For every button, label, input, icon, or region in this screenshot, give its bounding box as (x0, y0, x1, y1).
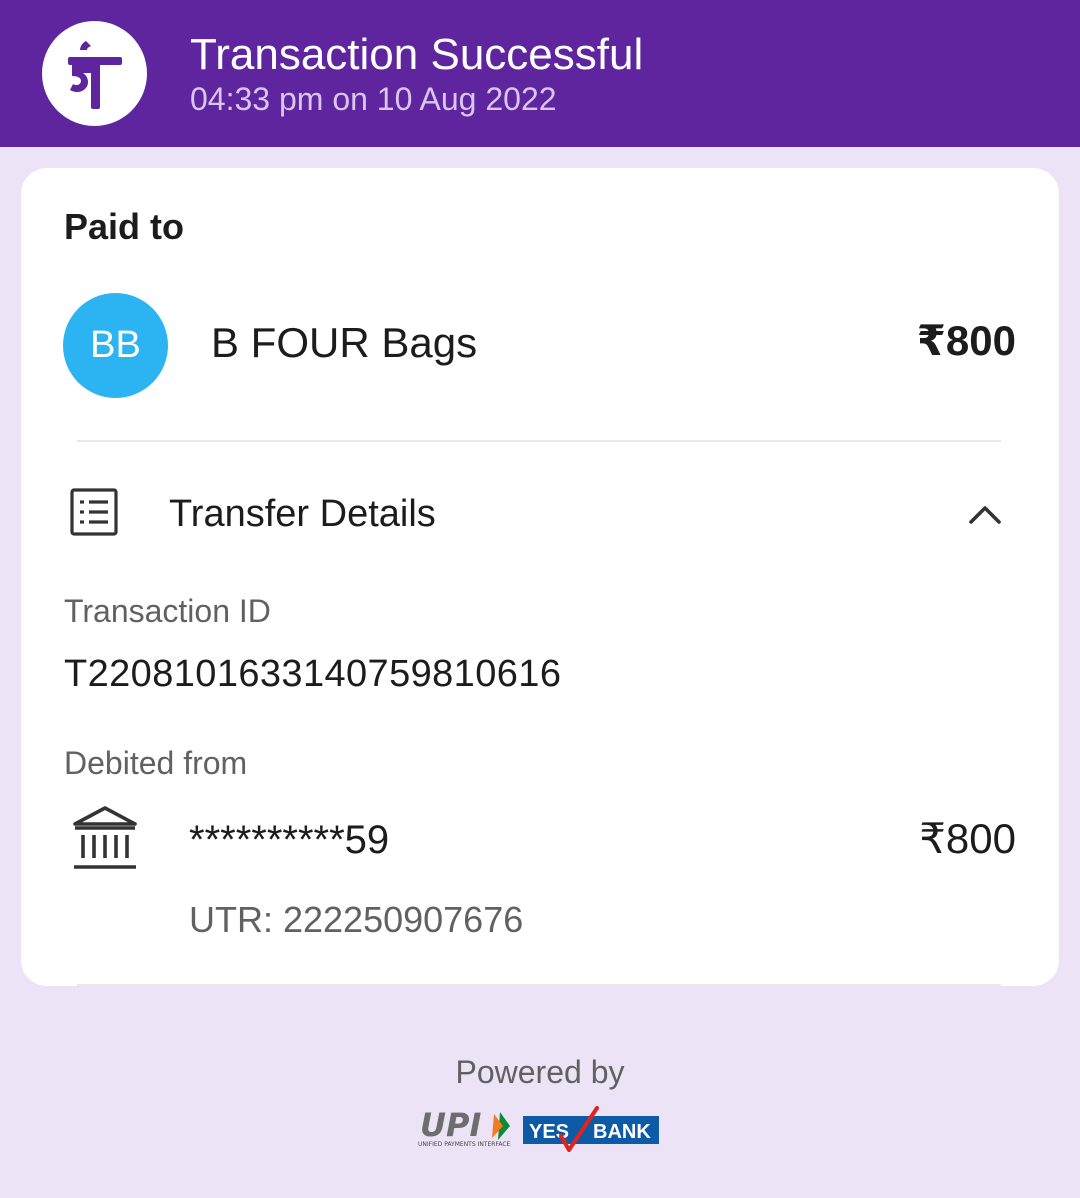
paid-amount: ₹800 (916, 317, 1016, 364)
transaction-status-title: Transaction Successful (190, 30, 644, 79)
header-bar: पे Transaction Successful 04:33 pm on 10… (0, 0, 1080, 147)
transaction-id-value[interactable]: T2208101633140759810616 (64, 652, 561, 696)
phonepe-logo-icon: पे (42, 21, 147, 126)
payee-name[interactable]: B FOUR Bags (211, 318, 477, 368)
debited-account-number: **********59 (189, 818, 390, 862)
upi-tagline: UNIFIED PAYMENTS INTERFACE (418, 1141, 511, 1148)
debited-from-label: Debited from (64, 745, 248, 781)
divider (77, 984, 1001, 986)
chevron-up-icon[interactable] (965, 498, 1005, 533)
bank-icon (71, 804, 139, 877)
payee-initials: BB (90, 324, 141, 366)
paid-to-label: Paid to (64, 206, 185, 247)
yes-bank-logo: YES BANK (523, 1106, 659, 1159)
divider (77, 440, 1001, 442)
svg-text:पे: पे (42, 21, 52, 25)
debited-amount: ₹800 (919, 815, 1016, 862)
upi-logo-text: UPI (420, 1108, 481, 1144)
upi-logo: UPI UNIFIED PAYMENTS INTERFACE (418, 1106, 518, 1153)
yes-bank-logo-text-2: BANK (593, 1121, 651, 1143)
powered-by-label: Powered by (455, 1054, 625, 1090)
transaction-timestamp: 04:33 pm on 10 Aug 2022 (190, 81, 557, 117)
receipt-list-icon (69, 487, 119, 542)
utr-number[interactable]: UTR: 222250907676 (189, 898, 523, 942)
transfer-details-header[interactable]: Transfer Details (169, 491, 436, 537)
transaction-id-label: Transaction ID (64, 593, 271, 629)
transaction-card: Paid to BB B FOUR Bags ₹800 Transfer Det… (21, 168, 1059, 986)
payee-avatar: BB (63, 293, 168, 398)
